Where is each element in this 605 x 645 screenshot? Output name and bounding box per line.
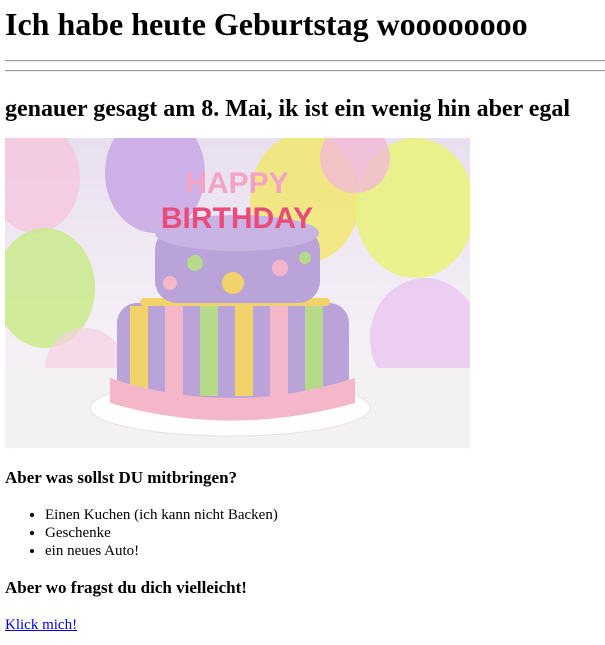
question-bring: Aber was sollst DU mitbringen? xyxy=(5,468,238,487)
gift-item-presents: Geschenke xyxy=(45,524,605,542)
birthday-cake-image: HAPPY BIRTHDAY xyxy=(5,138,470,448)
gift-item-cake: Einen Kuchen (ich kann nicht Backen) xyxy=(45,506,605,524)
page-subtitle: genauer gesagt am 8. Mai, ik ist ein wen… xyxy=(5,96,571,122)
svg-text:HAPPY: HAPPY xyxy=(185,167,288,200)
page-title: Ich habe heute Geburtstag woooooooo xyxy=(5,6,528,42)
click-me-link[interactable]: Klick mich! xyxy=(5,616,77,634)
divider-top xyxy=(5,60,605,62)
svg-text:BIRTHDAY: BIRTHDAY xyxy=(161,202,313,235)
gift-item-car: ein neues Auto! xyxy=(45,542,605,560)
page: Ich habe heute Geburtstag woooooooo gena… xyxy=(0,0,605,634)
gift-list: Einen Kuchen (ich kann nicht Backen) Ges… xyxy=(5,506,605,560)
cake-illustration: HAPPY BIRTHDAY xyxy=(5,138,470,448)
question-where: Aber wo fragst du dich vielleicht! xyxy=(5,578,247,597)
